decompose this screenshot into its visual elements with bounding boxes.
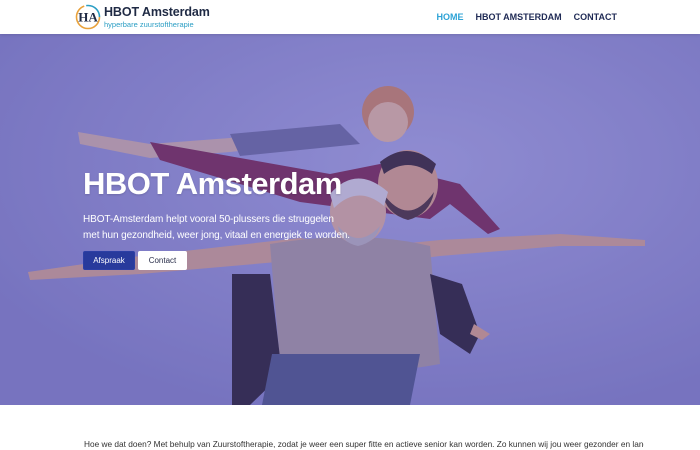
nav-home[interactable]: HOME [437, 12, 464, 22]
logo-subtitle: hyperbare zuurstoftherapie [104, 19, 194, 29]
hero-description: HBOT-Amsterdam helpt vooral 50-plussers … [83, 212, 373, 244]
hero-section: HBOT Amsterdam HBOT-Amsterdam helpt voor… [0, 34, 700, 405]
logo-title: HBOT Amsterdam [104, 5, 210, 19]
hero-line-2: met hun gezondheid, weer jong, vitaal en… [83, 230, 350, 241]
hero-title: HBOT Amsterdam [83, 166, 342, 201]
intro-text: Hoe we dat doen? Met behulp van Zuurstof… [84, 439, 644, 449]
logo-mark-text: HA [78, 10, 98, 25]
site-header: HA HBOT Amsterdam hyperbare zuurstofther… [0, 0, 700, 34]
site-logo[interactable]: HA HBOT Amsterdam hyperbare zuurstofther… [75, 4, 210, 30]
nav-contact[interactable]: CONTACT [574, 12, 617, 22]
contact-button[interactable]: Contact [138, 251, 187, 270]
main-nav: HOME HBOT AMSTERDAM CONTACT [437, 12, 618, 22]
logo-mark-icon: HA [75, 4, 101, 30]
hero-line-1: HBOT-Amsterdam helpt vooral 50-plussers … [83, 214, 334, 225]
afspraak-button[interactable]: Afspraak [83, 251, 135, 270]
nav-hbot-amsterdam[interactable]: HBOT AMSTERDAM [476, 12, 562, 22]
logo-text: HBOT Amsterdam hyperbare zuurstoftherapi… [104, 6, 210, 28]
